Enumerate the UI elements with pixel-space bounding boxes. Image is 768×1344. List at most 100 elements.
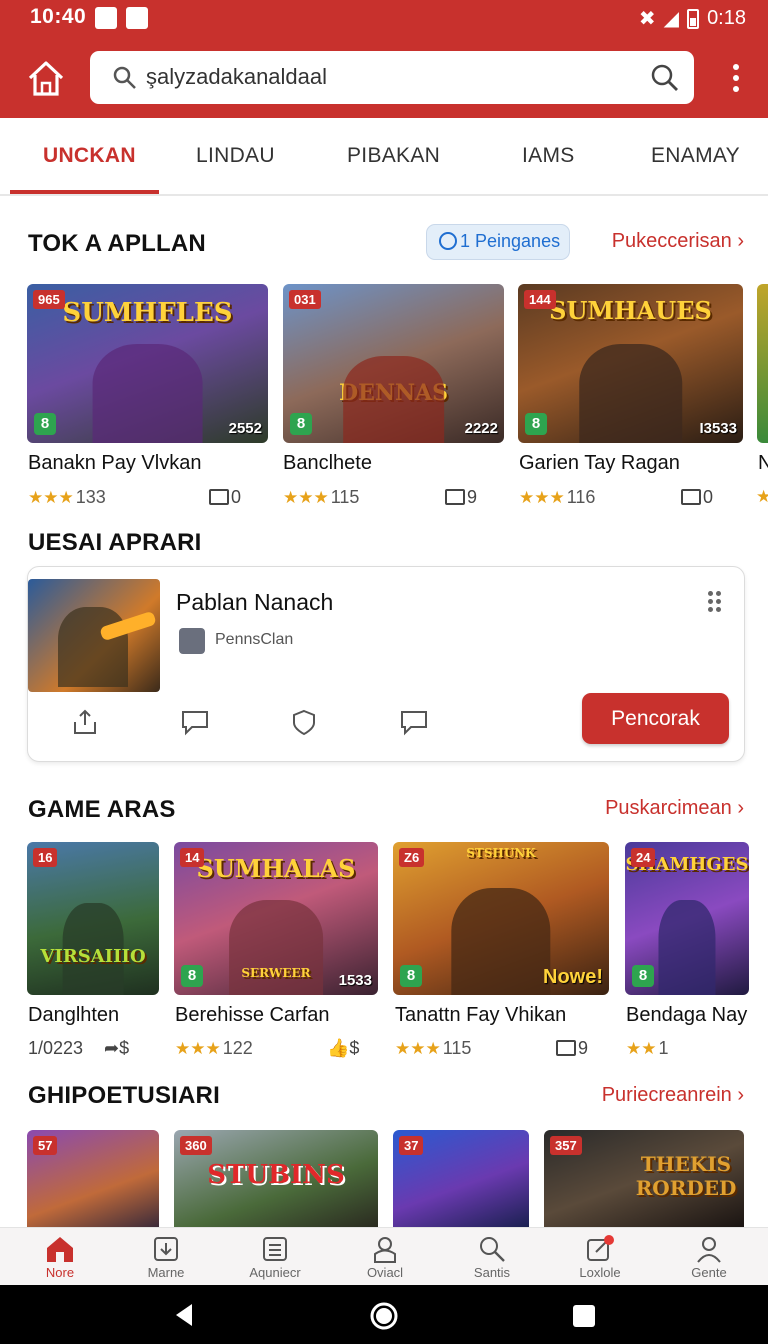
back-icon[interactable]	[172, 1302, 196, 1328]
game-thumbnail[interactable]: SUMHFLES 965 8 2552	[27, 284, 268, 443]
wifi-icon: ◢	[663, 8, 680, 30]
game-thumbnail[interactable]: SUMHALAS SERWEER 14 8 1533	[174, 842, 378, 995]
category-tabs: UNCKAN LINDAU PIBAKAN IAMS ENAMAY	[0, 118, 768, 196]
game-name: Garien Tay Ragan	[519, 452, 680, 474]
message-icon[interactable]	[399, 707, 429, 737]
app-bar: 10:40 ✖ ◢ 0:18 şalyzadakanaldaal	[0, 0, 768, 118]
game-thumbnail[interactable]: VIRSAIIIO 16	[27, 842, 159, 995]
store-badge-icon: 8	[400, 965, 422, 987]
camera-icon	[126, 7, 148, 29]
mail-icon	[556, 1040, 576, 1056]
download-count: 9	[445, 487, 477, 508]
rank-badge: 357	[550, 1136, 582, 1155]
game-thumbnail[interactable]: STSHUNK Z6 8 Nowe!	[393, 842, 609, 995]
tab-pibakan[interactable]: PIBAKAN	[347, 144, 440, 168]
nav-label: Nore	[45, 1265, 75, 1280]
nav-home[interactable]: Nore	[20, 1234, 100, 1280]
share-icon[interactable]	[70, 707, 100, 737]
game-thumbnail[interactable]: 57	[27, 1130, 159, 1228]
game-thumbnail[interactable]: STUBINS 360	[174, 1130, 378, 1228]
more-menu-icon[interactable]	[732, 64, 740, 92]
home-icon[interactable]	[24, 56, 68, 100]
game-thumbnail[interactable]: DENNAS 031 8 2222	[283, 284, 504, 443]
game-name: Danglhten	[28, 1004, 120, 1026]
tab-iams[interactable]: IAMS	[522, 144, 575, 168]
status-bar: 10:40 ✖ ◢ 0:18	[0, 0, 768, 36]
download-count-value: 9	[578, 1038, 589, 1058]
arrow-icon: ➦	[104, 1038, 120, 1058]
rating: ★★★ 115	[283, 487, 359, 508]
recents-icon[interactable]	[571, 1303, 597, 1329]
bottom-navigation: Nore Marne Aquniecr Oviacl Santis Loxlol…	[0, 1227, 768, 1285]
rank-badge: 16	[33, 848, 58, 867]
download-count: 0	[209, 487, 241, 508]
game-thumbnail[interactable]: SUMHAUES 144 8 I3533	[518, 284, 743, 443]
rank-badge: 031	[289, 290, 321, 309]
filter-pill[interactable]: 1 Peinganes	[426, 224, 570, 260]
rank-badge: 965	[33, 290, 65, 309]
store-badge-icon: 8	[181, 965, 203, 987]
tab-lindau[interactable]: LINDAU	[196, 144, 275, 168]
game-name: Banakn Pay Vlvkan	[28, 452, 202, 474]
search-bar[interactable]: şalyzadakanaldaal	[90, 51, 694, 104]
game-thumbnail-partial[interactable]	[757, 284, 768, 443]
rating-stars: ★★★	[28, 488, 74, 507]
rating-value: 1	[658, 1038, 669, 1058]
rating: ★★★ 115	[395, 1038, 471, 1059]
game-thumbnail[interactable]: 37	[393, 1130, 529, 1228]
rating: ★★★ 133	[28, 487, 106, 508]
thumbnail-art-title: VIRSAIIIO	[40, 946, 146, 967]
status-right-text: 0:18	[707, 7, 746, 29]
profile-icon	[697, 1237, 721, 1263]
search-input[interactable]: şalyzadakanaldaal	[146, 64, 327, 90]
rating-stars: ★★★	[395, 1039, 441, 1058]
home-icon	[47, 1237, 73, 1262]
game-thumbnail[interactable]: SHAMHGES 24 8	[625, 842, 749, 995]
shield-icon[interactable]	[289, 707, 319, 737]
section-title-bottom: GHIPOETUSIARI	[28, 1082, 220, 1109]
featured-app-card[interactable]: Pablan Nanach PennsClan Pencorak	[27, 566, 745, 762]
game-thumbnail[interactable]: THEKIS RORDED 357	[544, 1130, 744, 1228]
tab-enamay[interactable]: ENAMAY	[651, 144, 740, 168]
see-more-link[interactable]: Pukeccerisan ›	[612, 230, 744, 253]
thumbnail-corner-label: 2552	[228, 420, 262, 437]
drag-handle-icon[interactable]	[708, 591, 722, 613]
nav-aquniecr[interactable]: Aquniecr	[235, 1234, 315, 1280]
thumbnail-corner-label: 2222	[464, 420, 498, 437]
section-title-update: UESAI APRARI	[28, 529, 202, 556]
thumbnail-art-title: SUMHALAS	[196, 854, 356, 883]
rating-value: 115	[442, 1038, 472, 1058]
download-count: 9	[556, 1038, 588, 1059]
comment-icon[interactable]	[180, 707, 210, 737]
battery-icon	[687, 8, 700, 29]
rating-stars: ★★★	[283, 488, 329, 507]
rank-badge: 37	[399, 1136, 424, 1155]
store-badge-icon: 8	[525, 413, 547, 435]
thumbnail-art-title: THEKIS RORDED	[635, 1152, 737, 1200]
thumbnail-corner-label: 1533	[338, 972, 372, 989]
search-submit-icon[interactable]	[650, 63, 680, 93]
see-more-link[interactable]: Puskarcimean ›	[605, 797, 744, 820]
see-more-link[interactable]: Puriecreanrein ›	[602, 1084, 744, 1107]
home-circle-icon[interactable]	[369, 1301, 399, 1331]
nav-marne[interactable]: Marne	[126, 1234, 206, 1280]
nav-gente[interactable]: Gente	[669, 1234, 749, 1280]
rating-partial: ★	[756, 487, 768, 506]
store-badge-icon: 8	[632, 965, 654, 987]
active-tab-indicator	[10, 190, 159, 194]
rank-badge: Z6	[399, 848, 425, 867]
rating-value: 115	[330, 487, 360, 507]
rating: ★★★ 116	[519, 487, 595, 508]
nav-oviacl[interactable]: Oviacl	[345, 1234, 425, 1280]
nav-loxlole[interactable]: Loxlole	[560, 1234, 640, 1280]
rating-value: 116	[566, 487, 596, 507]
tab-unckan[interactable]: UNCKAN	[43, 144, 136, 168]
app-thumbnail	[28, 579, 160, 692]
rating: ★★ 1	[626, 1038, 669, 1059]
nav-label: Loxlole	[579, 1265, 621, 1280]
rating: ★★★ 122	[175, 1038, 253, 1059]
game-meta: 1/0223	[28, 1038, 84, 1058]
install-button[interactable]: Pencorak	[582, 693, 729, 744]
nav-santis[interactable]: Santis	[452, 1234, 532, 1280]
x-icon: ✖	[638, 8, 656, 30]
